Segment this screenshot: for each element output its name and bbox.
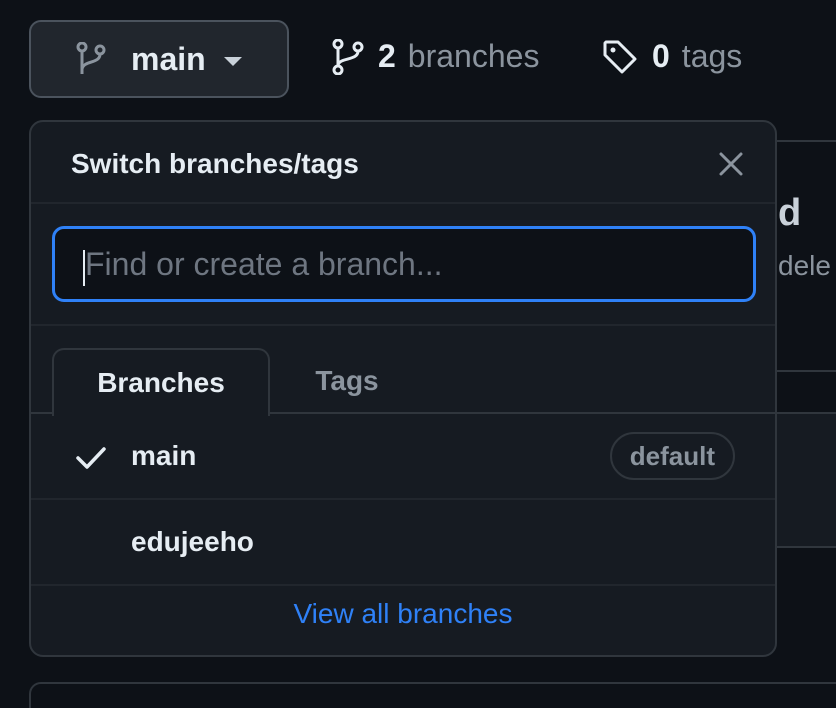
text-cursor: [83, 250, 85, 286]
branches-count-link[interactable]: 2 branches: [332, 38, 539, 75]
dropdown-header: Switch branches/tags: [31, 122, 775, 204]
git-branch-icon: [332, 38, 364, 75]
tab-bar: Branches Tags: [31, 326, 775, 416]
close-icon[interactable]: [713, 146, 749, 182]
tags-word: tags: [681, 38, 743, 74]
branch-search-input[interactable]: [52, 226, 756, 302]
tags-count: 0: [652, 38, 670, 74]
tag-icon: [602, 39, 638, 75]
branches-count: 2: [378, 38, 396, 74]
branch-selector-button[interactable]: main: [29, 20, 289, 98]
view-all-branches-link[interactable]: View all branches: [31, 598, 775, 630]
chevron-down-icon: [223, 56, 242, 66]
tab-branches[interactable]: Branches: [52, 348, 270, 416]
branch-name: main: [131, 440, 197, 471]
branch-item-main[interactable]: main default: [31, 414, 775, 500]
check-icon: [75, 441, 107, 473]
branch-item-edujeeho[interactable]: edujeeho: [31, 500, 775, 586]
page: d dele main 2 branches 0 tags Switch bra…: [0, 0, 836, 708]
git-branch-icon: [73, 41, 109, 77]
background-text-fragment: dele: [778, 250, 831, 281]
search-wrapper: [31, 204, 775, 326]
default-badge: default: [609, 432, 735, 480]
current-branch-label: main: [131, 40, 206, 77]
branch-name: edujeeho: [131, 526, 254, 557]
dropdown-title: Switch branches/tags: [71, 148, 359, 179]
background-heading-fragment: d: [778, 192, 802, 234]
tab-tags[interactable]: Tags: [289, 348, 405, 414]
branches-word: branches: [407, 38, 540, 74]
switch-branches-dropdown: Switch branches/tags Branches Tags mai: [29, 120, 777, 657]
tags-count-link[interactable]: 0 tags: [602, 38, 742, 75]
background-panel: [29, 682, 836, 708]
